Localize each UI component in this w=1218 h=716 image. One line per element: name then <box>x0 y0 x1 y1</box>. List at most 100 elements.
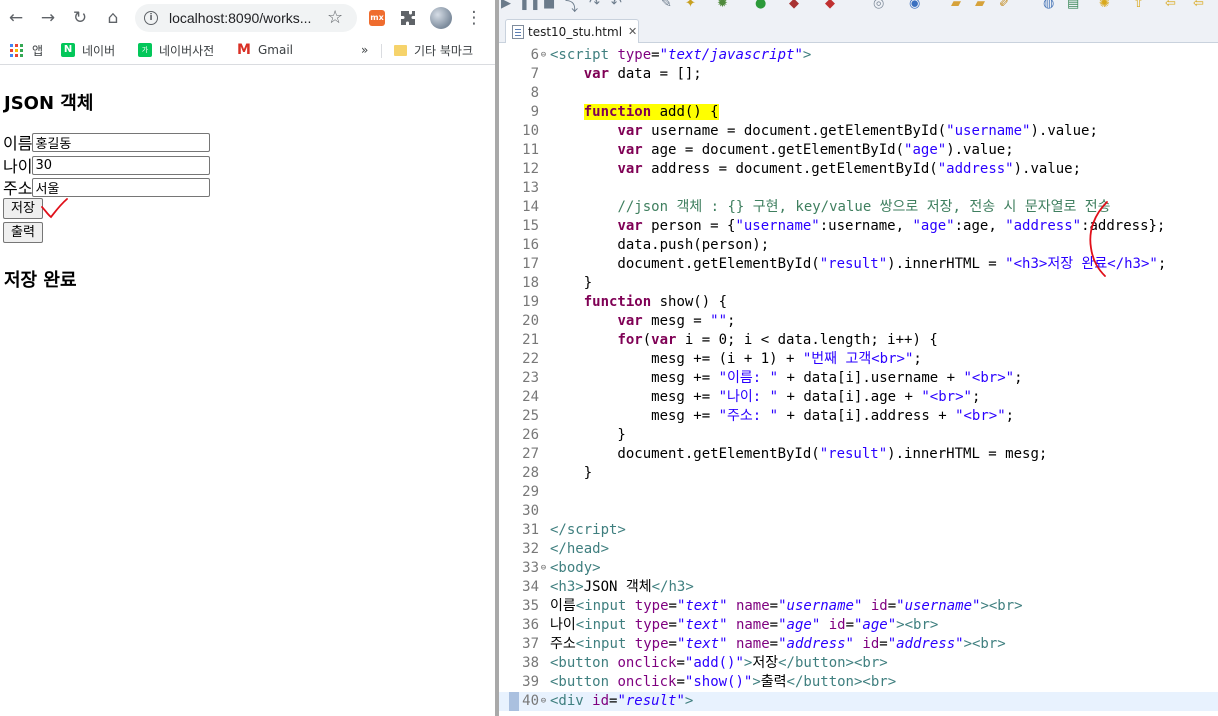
forward-arrow-icon[interactable]: → <box>36 6 60 30</box>
code-text[interactable]: mesg += "이름: " + data[i].username + "<br… <box>550 369 1022 388</box>
code-line[interactable]: 31 </script> <box>499 521 1218 540</box>
bookmark-gmail[interactable]: M Gmail <box>237 41 293 59</box>
code-text[interactable]: for(var i = 0; i < data.length; i++) { <box>550 331 937 350</box>
code-editor[interactable]: 6 ⊖ <script type="text/javascript"> 7 var d… <box>499 43 1218 716</box>
toolbar-globe-icon[interactable]: ◍ <box>1043 0 1054 11</box>
fold-toggle-icon[interactable]: ⊖ <box>539 559 548 578</box>
code-text[interactable]: <script type="text/javascript"> <box>550 46 811 65</box>
code-line[interactable]: 19 function show() { <box>499 293 1218 312</box>
code-line[interactable]: 40 ⊖ <div id="result"> <box>499 692 1218 711</box>
code-text[interactable]: mesg += "나이: " + data[i].age + "<br>"; <box>550 388 980 407</box>
code-text[interactable]: } <box>550 464 592 483</box>
code-text[interactable]: 나이<input type="text" name="age" id="age"… <box>550 616 938 635</box>
code-line[interactable]: 25 mesg += "주소: " + data[i].address + "<… <box>499 407 1218 426</box>
extensions-puzzle-icon[interactable] <box>396 6 420 30</box>
code-text[interactable]: mesg += "주소: " + data[i].address + "<br>… <box>550 407 1014 426</box>
toolbar-annotation-icon[interactable]: ✐ <box>999 0 1010 11</box>
age-input[interactable] <box>32 155 211 175</box>
code-line[interactable]: 26 } <box>499 426 1218 445</box>
code-text[interactable]: var person = {"username":username, "age"… <box>550 217 1165 236</box>
code-line[interactable]: 27 document.getElementById("result").inn… <box>499 445 1218 464</box>
code-line[interactable]: 33 ⊖ <body> <box>499 559 1218 578</box>
site-info-icon[interactable]: i <box>144 11 158 25</box>
toolbar-edit-icon[interactable]: ✎ <box>661 0 672 11</box>
toolbar-pause-icon[interactable]: ❚❚ <box>519 0 541 11</box>
save-button[interactable]: 저장 <box>3 198 43 219</box>
code-text[interactable]: function show() { <box>550 293 727 312</box>
code-text[interactable]: <button onclick="add()">저장</button><br> <box>550 654 888 673</box>
code-text[interactable]: <h3>JSON 객체</h3> <box>550 578 694 597</box>
code-line[interactable]: 30 <box>499 502 1218 521</box>
toolbar-back-icon[interactable]: ⇦ <box>1165 0 1176 11</box>
back-arrow-icon[interactable]: ← <box>4 6 28 30</box>
code-text[interactable]: <button onclick="show()">출력</button><br> <box>550 673 896 692</box>
code-line[interactable]: 9 function add() { <box>499 103 1218 122</box>
code-text[interactable]: 이름<input type="text" name="username" id=… <box>550 597 1023 616</box>
code-line[interactable]: 24 mesg += "나이: " + data[i].age + "<br>"… <box>499 388 1218 407</box>
code-text[interactable]: } <box>550 274 592 293</box>
code-line[interactable]: 7 var data = []; <box>499 65 1218 84</box>
username-input[interactable] <box>32 132 211 152</box>
reload-icon[interactable]: ↻ <box>68 6 92 30</box>
toolbar-coverage-icon[interactable]: ◆ <box>825 0 835 11</box>
code-text[interactable]: var mesg = ""; <box>550 312 735 331</box>
code-line[interactable]: 39 <button onclick="show()">출력</button><b… <box>499 673 1218 692</box>
code-text[interactable]: mesg += (i + 1) + "번째 고객<br>"; <box>550 350 922 369</box>
bookmark-apps[interactable]: 앱 <box>10 41 43 59</box>
editor-tab-test10[interactable]: test10_stu.html ✕ <box>505 19 639 43</box>
address-bar[interactable]: i localhost:8090/works... ☆ <box>135 4 357 32</box>
bookmark-naver-dictionary[interactable]: 가 네이버사전 <box>138 41 214 59</box>
toolbar-step-icon[interactable]: ⤵ <box>565 0 578 12</box>
toolbar-forward-icon[interactable]: ⇦ <box>1193 0 1204 11</box>
code-line[interactable]: 34 <h3>JSON 객체</h3> <box>499 578 1218 597</box>
code-line[interactable]: 11 var age = document.getElementById("ag… <box>499 141 1218 160</box>
toolbar-new-icon[interactable]: ◎ <box>873 0 884 11</box>
code-text[interactable]: 주소<input type="text" name="address" id="… <box>550 635 1006 654</box>
toolbar-server-icon[interactable]: ◆ <box>789 0 799 11</box>
toolbar-wand-icon[interactable]: ✦ <box>685 0 696 11</box>
show-button[interactable]: 출력 <box>3 222 43 243</box>
code-text[interactable]: document.getElementById("result").innerH… <box>550 445 1047 464</box>
code-text[interactable]: //json 객체 : {} 구현, key/value 쌍으로 저장, 전송 … <box>550 198 1110 217</box>
code-text[interactable]: var data = []; <box>550 65 702 84</box>
code-line[interactable]: 23 mesg += "이름: " + data[i].username + "… <box>499 369 1218 388</box>
code-line[interactable]: 36 나이<input type="text" name="age" id="ag… <box>499 616 1218 635</box>
code-line[interactable]: 35 이름<input type="text" name="username" i… <box>499 597 1218 616</box>
bookmark-naver[interactable]: N 네이버 <box>61 41 115 59</box>
code-line[interactable]: 37 주소<input type="text" name="address" id… <box>499 635 1218 654</box>
code-text[interactable]: <div id="result"> <box>550 692 693 711</box>
profile-avatar[interactable] <box>430 7 452 29</box>
toolbar-open-folder-icon[interactable]: ▰ <box>951 0 961 11</box>
code-line[interactable]: 13 <box>499 179 1218 198</box>
code-line[interactable]: 28 } <box>499 464 1218 483</box>
code-line[interactable]: 22 mesg += (i + 1) + "번째 고객<br>"; <box>499 350 1218 369</box>
toolbar-step-return-icon[interactable]: ↶ <box>611 0 622 11</box>
address-input[interactable] <box>32 177 211 197</box>
code-line[interactable]: 29 <box>499 483 1218 502</box>
code-text[interactable]: } <box>550 426 625 445</box>
code-text[interactable]: <body> <box>550 559 601 578</box>
code-line[interactable]: 6 ⊖ <script type="text/javascript"> <box>499 46 1218 65</box>
code-text[interactable]: var address = document.getElementById("a… <box>550 160 1081 179</box>
toolbar-run-icon[interactable]: ▶ <box>501 0 511 11</box>
code-line[interactable]: 12 var address = document.getElementById… <box>499 160 1218 179</box>
bookmark-star-icon[interactable]: ☆ <box>327 7 343 28</box>
toolbar-up-arrow-icon[interactable]: ⇧ <box>1133 0 1144 11</box>
toolbar-bulb-icon[interactable]: ✺ <box>1099 0 1110 11</box>
bookmarks-overflow-button[interactable]: » <box>361 41 368 59</box>
close-tab-icon[interactable]: ✕ <box>628 25 637 38</box>
code-line[interactable]: 38 <button onclick="add()">저장</button><br… <box>499 654 1218 673</box>
extension-icon[interactable]: mx <box>369 10 385 26</box>
code-line[interactable]: 21 for(var i = 0; i < data.length; i++) … <box>499 331 1218 350</box>
address-url[interactable]: localhost:8090/works... <box>169 10 311 26</box>
code-line[interactable]: 32 </head> <box>499 540 1218 559</box>
code-text[interactable]: </head> <box>550 540 609 559</box>
toolbar-folder-icon[interactable]: ▰ <box>975 0 985 11</box>
toolbar-stop-icon[interactable]: ■ <box>543 0 555 11</box>
code-text[interactable]: var age = document.getElementById("age")… <box>550 141 1013 160</box>
code-line[interactable]: 10 var username = document.getElementByI… <box>499 122 1218 141</box>
toolbar-terminal-icon[interactable]: ▤ <box>1067 0 1079 11</box>
code-text[interactable]: function add() { <box>550 103 719 122</box>
toolbar-step-over-icon[interactable]: ↷ <box>589 0 600 11</box>
bookmark-other-folder[interactable]: 기타 북마크 <box>394 41 473 59</box>
